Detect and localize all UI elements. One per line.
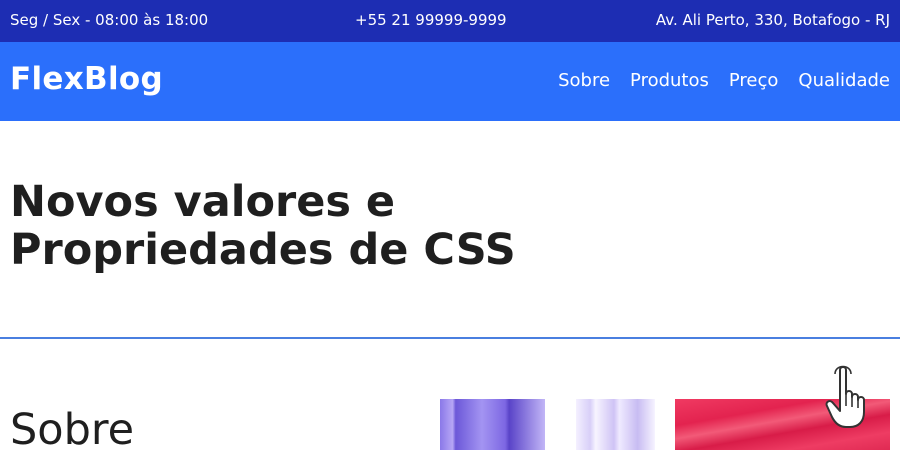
address: Av. Ali Perto, 330, Botafogo - RJ bbox=[655, 11, 890, 29]
menu-item-preco[interactable]: Preço bbox=[729, 70, 779, 91]
main-menu: Sobre Produtos Preço Qualidade bbox=[558, 70, 890, 91]
section-divider bbox=[0, 337, 900, 339]
gallery-image-1 bbox=[440, 399, 545, 450]
hero-title-line-1: Novos valores e bbox=[10, 177, 396, 227]
section-title-sobre: Sobre bbox=[10, 405, 135, 455]
hand-pointer-icon bbox=[825, 365, 865, 428]
hero-title-line-2: Propriedades de CSS bbox=[10, 225, 516, 275]
site-logo[interactable]: FlexBlog bbox=[10, 61, 163, 97]
gallery-image-2 bbox=[576, 399, 655, 450]
business-hours: Seg / Sex - 08:00 às 18:00 bbox=[10, 11, 209, 29]
menu-item-sobre[interactable]: Sobre bbox=[558, 70, 610, 91]
navbar: FlexBlog Sobre Produtos Preço Qualidade bbox=[0, 42, 900, 121]
phone-number[interactable]: +55 21 99999-9999 bbox=[355, 11, 507, 29]
menu-item-qualidade[interactable]: Qualidade bbox=[798, 70, 890, 91]
hero-title: Novos valores e Propriedades de CSS bbox=[10, 178, 570, 274]
top-info-bar: Seg / Sex - 08:00 às 18:00 +55 21 99999-… bbox=[0, 0, 900, 42]
menu-item-produtos[interactable]: Produtos bbox=[630, 70, 709, 91]
